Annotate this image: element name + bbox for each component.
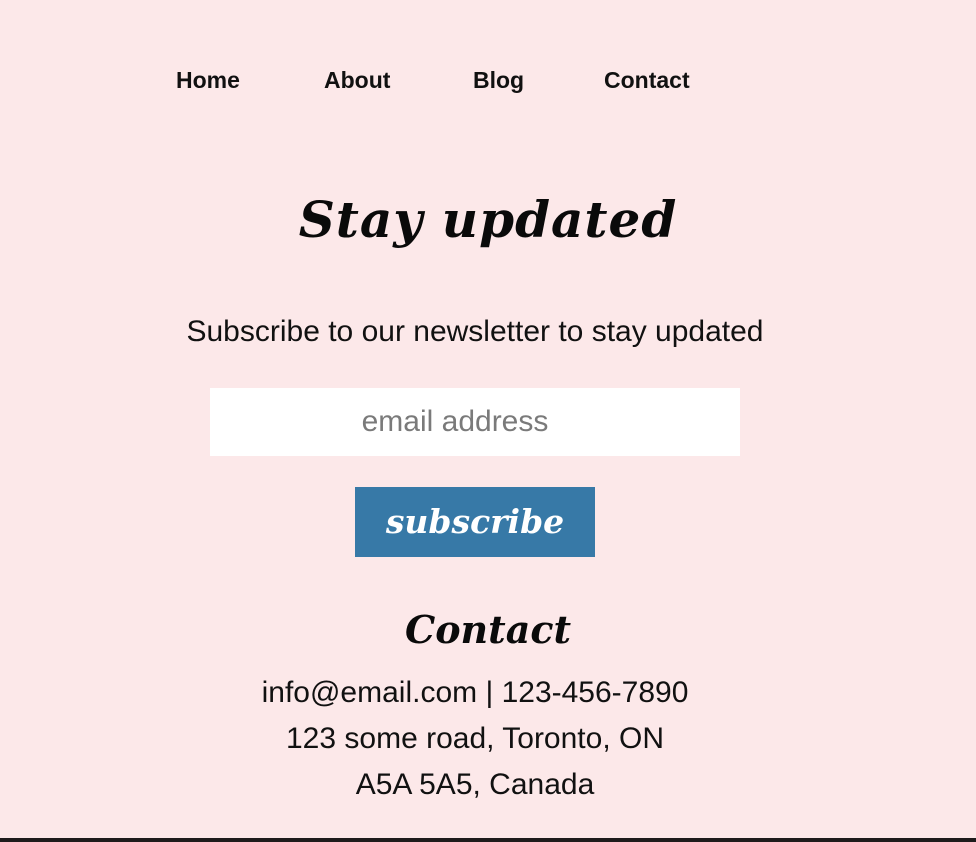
- main-nav: Home About Blog Contact: [0, 64, 976, 96]
- nav-item-home[interactable]: Home: [176, 64, 240, 96]
- bottom-divider: [0, 838, 976, 842]
- newsletter-subtext: Subscribe to our newsletter to stay upda…: [186, 315, 764, 348]
- nav-item-contact[interactable]: Contact: [604, 64, 690, 96]
- email-input[interactable]: [210, 388, 740, 456]
- newsletter-heading: Stay updated: [298, 190, 678, 249]
- nav-item-about[interactable]: About: [324, 64, 390, 96]
- contact-address-postal: A5A 5A5, Canada: [355, 768, 595, 801]
- subscribe-button[interactable]: subscribe: [355, 487, 595, 557]
- nav-item-blog[interactable]: Blog: [473, 64, 524, 96]
- contact-heading: Contact: [404, 607, 572, 652]
- contact-email-phone: info@email.com | 123-456-7890: [261, 676, 689, 709]
- contact-address-street: 123 some road, Toronto, ON: [286, 722, 664, 755]
